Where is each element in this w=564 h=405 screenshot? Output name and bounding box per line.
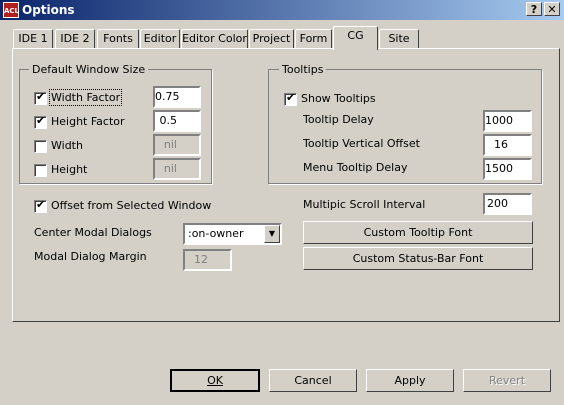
cancel-button[interactable]: Cancel xyxy=(269,369,357,392)
default-window-size-title: Default Window Size xyxy=(29,63,149,76)
close-button[interactable]: ✕ xyxy=(544,2,560,16)
tab-form[interactable]: Form xyxy=(295,29,332,49)
title-bar[interactable]: ACL Options ? ✕ xyxy=(0,0,564,20)
custom-tooltip-font-button[interactable]: Custom Tooltip Font xyxy=(303,221,533,244)
revert-button: Revert xyxy=(463,369,551,392)
height-factor-field[interactable]: 0.5 xyxy=(153,110,201,132)
width-factor-label: Width Factor xyxy=(48,89,123,106)
width-field: nil xyxy=(153,134,201,156)
tab-project[interactable]: Project xyxy=(249,29,294,49)
show-tooltips-label: Show Tooltips xyxy=(301,92,376,105)
app-icon: ACL xyxy=(3,2,19,18)
help-button[interactable]: ? xyxy=(526,2,542,16)
offset-from-selected-label: Offset from Selected Window xyxy=(51,199,212,212)
tooltip-delay-field[interactable]: 1000 xyxy=(483,110,532,132)
height-field: nil xyxy=(153,158,201,180)
tooltip-vertical-offset-label: Tooltip Vertical Offset xyxy=(303,137,420,150)
center-modal-label: Center Modal Dialogs xyxy=(34,226,152,239)
tab-editor-color[interactable]: Editor Color xyxy=(181,29,248,49)
height-factor-checkbox[interactable]: ✔ xyxy=(34,114,47,129)
height-checkbox[interactable] xyxy=(34,164,47,177)
check-mark-icon: ✔ xyxy=(286,91,296,104)
tooltip-delay-label: Tooltip Delay xyxy=(303,113,374,126)
width-factor-checkbox[interactable]: ✔ xyxy=(34,90,47,105)
offset-from-selected-checkbox[interactable]: ✔ xyxy=(34,198,47,213)
check-mark-icon: ✔ xyxy=(36,198,46,211)
menu-tooltip-delay-field[interactable]: 1500 xyxy=(483,158,532,180)
tab-fonts[interactable]: Fonts xyxy=(97,29,139,49)
tab-editor[interactable]: Editor xyxy=(140,29,180,49)
menu-tooltip-delay-label: Menu Tooltip Delay xyxy=(303,161,408,174)
tab-ide2[interactable]: IDE 2 xyxy=(55,29,95,49)
tooltip-vertical-offset-field[interactable]: 16 xyxy=(483,134,532,156)
multipic-scroll-field[interactable]: 200 xyxy=(483,193,532,215)
multipic-scroll-label: Multipic Scroll Interval xyxy=(303,198,426,211)
tab-ide1[interactable]: IDE 1 xyxy=(13,29,53,49)
show-tooltips-checkbox[interactable]: ✔ xyxy=(284,91,297,106)
window-title: Options xyxy=(22,3,75,17)
modal-dialog-margin-field: 12 xyxy=(183,249,232,271)
center-modal-select[interactable]: :on-owner ▼ xyxy=(183,223,282,245)
tab-cg[interactable]: CG xyxy=(333,26,378,50)
height-factor-label: Height Factor xyxy=(51,115,125,128)
height-label: Height xyxy=(51,163,88,176)
tooltips-title: Tooltips xyxy=(279,63,327,76)
chevron-down-icon[interactable]: ▼ xyxy=(264,225,280,243)
modal-dialog-margin-label: Modal Dialog Margin xyxy=(34,250,147,263)
width-factor-field[interactable]: 0.75 xyxy=(153,86,201,108)
center-modal-value: :on-owner xyxy=(188,227,244,240)
tab-site[interactable]: Site xyxy=(379,29,419,49)
apply-button[interactable]: Apply xyxy=(366,369,454,392)
width-label: Width xyxy=(51,139,83,152)
check-mark-icon: ✔ xyxy=(36,90,46,103)
check-mark-icon: ✔ xyxy=(36,114,46,127)
ok-label: OK xyxy=(207,374,223,387)
width-checkbox[interactable] xyxy=(34,140,47,153)
ok-button[interactable]: OK xyxy=(170,369,260,392)
custom-status-bar-font-button[interactable]: Custom Status-Bar Font xyxy=(303,247,533,270)
